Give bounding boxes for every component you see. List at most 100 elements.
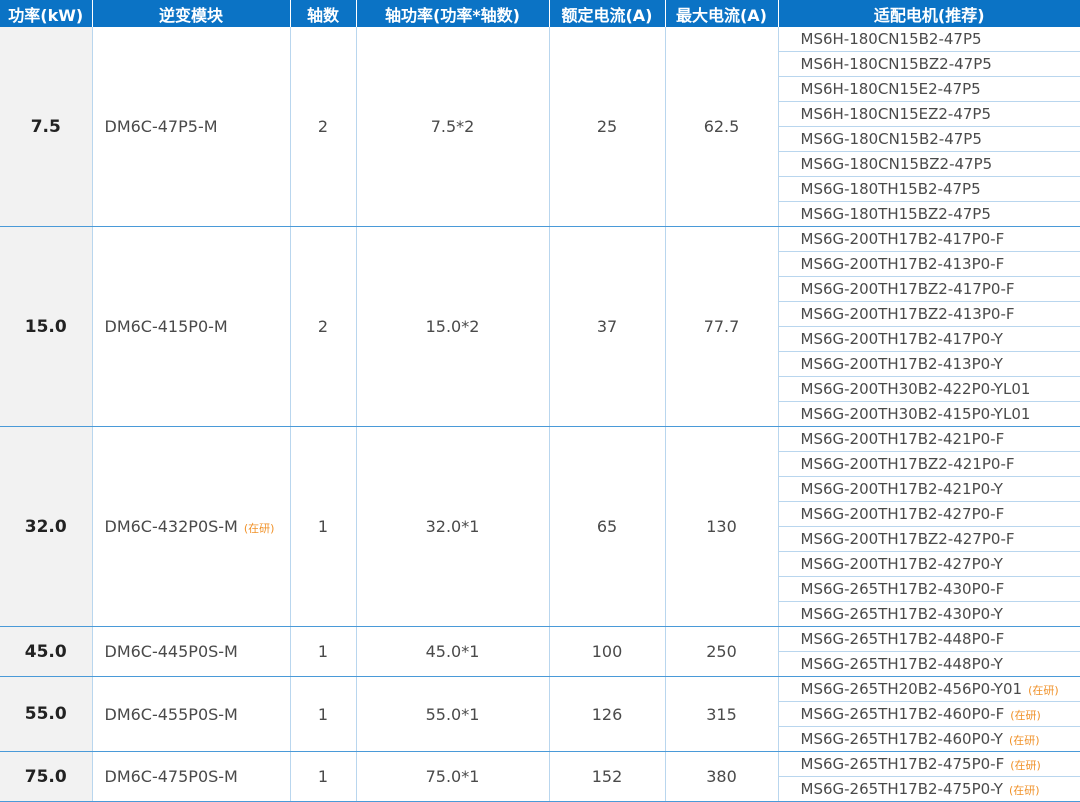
module-name: DM6C-445P0S-M [104, 642, 238, 661]
module-cell: DM6C-475P0S-M [92, 751, 291, 802]
motor-name: MS6G-200TH17B2-413P0-Y [800, 355, 1003, 373]
power-cell: 45.0 [0, 626, 93, 677]
motor-name: MS6G-200TH30B2-422P0-YL01 [800, 380, 1031, 398]
module-name: DM6C-415P0-M [104, 317, 228, 336]
motor-cell: MS6G-200TH17B2-421P0-Y [778, 476, 1080, 502]
table-row: 15.0 DM6C-415P0-M 2 15.0*2 37 77.7 MS6G-200TH1… [0, 226, 1080, 427]
module-cell: DM6C-455P0S-M [92, 676, 291, 752]
axis-power-cell: 45.0*1 [356, 626, 550, 677]
power-cell: 32.0 [0, 426, 93, 627]
motor-name: MS6G-265TH17B2-475P0-F [800, 755, 1005, 773]
header-row: 功率(kW) 逆变模块 轴数 轴功率(功率*轴数) 额定电流(A) 最大电流(A… [0, 0, 1080, 27]
in-development-tag: (在研) [1010, 709, 1041, 722]
module-cell: DM6C-432P0S-M (在研) [92, 426, 291, 627]
motor-cell: MS6G-200TH17B2-417P0-Y [778, 326, 1080, 352]
motor-name: MS6G-265TH17B2-448P0-F [800, 630, 1005, 648]
in-development-tag: (在研) [243, 522, 275, 535]
motor-cell: MS6G-200TH17BZ2-417P0-F [778, 276, 1080, 302]
max-current-cell: 62.5 [665, 27, 779, 227]
in-development-tag: (在研) [1008, 784, 1040, 797]
rated-current-cell: 152 [549, 751, 666, 802]
motor-name: MS6G-200TH17B2-421P0-Y [800, 480, 1003, 498]
motor-cell: MS6G-200TH17B2-417P0-F [778, 226, 1080, 252]
motor-cell: MS6G-180TH15B2-47P5 [778, 176, 1080, 202]
motor-cell: MS6G-180CN15BZ2-47P5 [778, 151, 1080, 177]
in-development-tag: (在研) [1008, 734, 1040, 747]
header-axes: 轴数 [290, 0, 357, 27]
header-power: 功率(kW) [0, 0, 93, 27]
axis-power-cell: 55.0*1 [356, 676, 550, 752]
power-cell: 7.5 [0, 27, 93, 227]
motor-cell: MS6G-200TH17B2-427P0-Y [778, 551, 1080, 577]
motor-cell: MS6G-265TH17B2-460P0-Y (在研) [778, 726, 1080, 752]
motor-name: MS6G-265TH20B2-456P0-Y01 [800, 680, 1023, 698]
motor-cell: MS6H-180CN15EZ2-47P5 [778, 101, 1080, 127]
motor-name: MS6H-180CN15B2-47P5 [800, 30, 982, 48]
motor-cell: MS6G-265TH17B2-448P0-F [778, 626, 1080, 652]
motor-cell: MS6H-180CN15E2-47P5 [778, 76, 1080, 102]
motor-name: MS6H-180CN15E2-47P5 [800, 80, 981, 98]
axis-power-cell: 15.0*2 [356, 226, 550, 427]
motor-cell: MS6G-265TH17B2-430P0-F [778, 576, 1080, 602]
header-max-current: 最大电流(A) [665, 0, 779, 27]
in-development-tag: (在研) [1010, 759, 1041, 772]
module-cell: DM6C-47P5-M [92, 27, 291, 227]
motor-name: MS6G-200TH17B2-417P0-F [800, 230, 1005, 248]
motor-cell: MS6G-180CN15B2-47P5 [778, 126, 1080, 152]
motor-name: MS6G-265TH17B2-430P0-Y [800, 605, 1003, 623]
in-development-tag: (在研) [1028, 684, 1059, 697]
motor-name: MS6G-200TH17B2-421P0-F [800, 430, 1005, 448]
motor-name: MS6G-200TH30B2-415P0-YL01 [800, 405, 1031, 423]
motor-name: MS6G-200TH17B2-427P0-Y [800, 555, 1003, 573]
rated-current-cell: 37 [549, 226, 666, 427]
motor-cell: MS6G-200TH17B2-421P0-F [778, 426, 1080, 452]
motor-name: MS6H-180CN15EZ2-47P5 [800, 105, 992, 123]
axis-power-cell: 75.0*1 [356, 751, 550, 802]
table-row: 32.0 DM6C-432P0S-M (在研) 1 32.0*1 65 130 MS6G-20… [0, 426, 1080, 627]
rated-current-cell: 126 [549, 676, 666, 752]
module-name: DM6C-475P0S-M [104, 767, 238, 786]
power-cell: 55.0 [0, 676, 93, 752]
motor-cell: MS6H-180CN15BZ2-47P5 [778, 51, 1080, 77]
axes-cell: 2 [290, 27, 357, 227]
max-current-cell: 130 [665, 426, 779, 627]
motor-cell: MS6G-200TH17B2-413P0-Y [778, 351, 1080, 377]
motor-cell: MS6G-200TH17B2-427P0-F [778, 501, 1080, 527]
table-row: 45.0 DM6C-445P0S-M 1 45.0*1 100 250 MS6G-265TH… [0, 626, 1080, 677]
motor-name: MS6G-180CN15B2-47P5 [800, 130, 982, 148]
motor-name: MS6G-180TH15BZ2-47P5 [800, 205, 991, 223]
axes-cell: 1 [290, 426, 357, 627]
motor-cell: MS6H-180CN15B2-47P5 [778, 27, 1080, 52]
motor-spec-table: 功率(kW) 逆变模块 轴数 轴功率(功率*轴数) 额定电流(A) 最大电流(A… [0, 0, 1080, 802]
power-cell: 15.0 [0, 226, 93, 427]
axes-cell: 1 [290, 676, 357, 752]
motor-cell: MS6G-200TH30B2-415P0-YL01 [778, 401, 1080, 427]
table-body: 7.5 DM6C-47P5-M 2 7.5*2 25 62.5 MS6H-180CN15B2… [0, 27, 1080, 802]
max-current-cell: 315 [665, 676, 779, 752]
header-rated-current: 额定电流(A) [549, 0, 666, 27]
rated-current-cell: 25 [549, 27, 666, 227]
motor-name: MS6G-200TH17B2-417P0-Y [800, 330, 1003, 348]
table-row: 7.5 DM6C-47P5-M 2 7.5*2 25 62.5 MS6H-180CN15B2… [0, 27, 1080, 227]
module-cell: DM6C-445P0S-M [92, 626, 291, 677]
module-name: DM6C-47P5-M [104, 117, 218, 136]
module-name: DM6C-432P0S-M [104, 517, 238, 536]
motor-cell: MS6G-200TH30B2-422P0-YL01 [778, 376, 1080, 402]
motor-name: MS6G-200TH17BZ2-417P0-F [800, 280, 1015, 298]
motor-name: MS6G-180TH15B2-47P5 [800, 180, 981, 198]
motor-cell: MS6G-265TH17B2-430P0-Y [778, 601, 1080, 627]
axes-cell: 1 [290, 626, 357, 677]
max-current-cell: 77.7 [665, 226, 779, 427]
header-module: 逆变模块 [92, 0, 291, 27]
motor-name: MS6G-200TH17BZ2-421P0-F [800, 455, 1015, 473]
max-current-cell: 250 [665, 626, 779, 677]
motor-cell: MS6G-200TH17BZ2-413P0-F [778, 301, 1080, 327]
motor-cell: MS6G-265TH17B2-448P0-Y [778, 651, 1080, 677]
motor-cell: MS6G-180TH15BZ2-47P5 [778, 201, 1080, 227]
motor-cell: MS6G-265TH17B2-475P0-Y (在研) [778, 776, 1080, 802]
motor-name: MS6G-265TH17B2-460P0-Y [800, 730, 1003, 748]
motor-name: MS6G-265TH17B2-460P0-F [800, 705, 1005, 723]
motor-cell: MS6G-200TH17BZ2-421P0-F [778, 451, 1080, 477]
motor-cell: MS6G-200TH17B2-413P0-F [778, 251, 1080, 277]
motor-name: MS6H-180CN15BZ2-47P5 [800, 55, 992, 73]
